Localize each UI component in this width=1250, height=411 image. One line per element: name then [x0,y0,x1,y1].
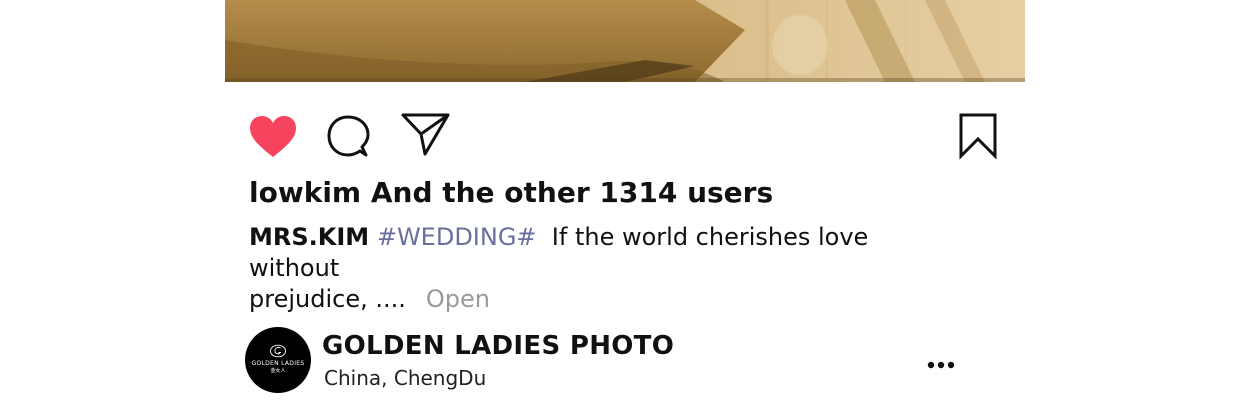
post-caption: MRS.KIM #WEDDING# If the world cherishes… [249,222,949,315]
avatar-logo-text: GOLDEN LADIES [251,360,305,367]
bookmark-icon [959,113,997,160]
location-city: ChengDu [393,366,487,390]
caption-hashtag[interactable]: #WEDDING# [377,223,537,251]
post-photo-art [225,0,1025,82]
post-action-bar [0,110,1250,162]
more-options-button[interactable] [927,356,957,369]
likes-summary[interactable]: lowkim And the other 1314 users [249,174,773,212]
heart-icon [250,116,296,157]
post-photo[interactable] [225,0,1025,82]
open-caption-link[interactable]: Open [426,285,490,313]
caption-username[interactable]: MRS.KIM [249,223,369,251]
caption-text-line2: prejudice, .... [249,285,406,313]
account-name[interactable]: GOLDEN LADIES PHOTO [322,329,674,363]
more-dots-icon [927,361,955,369]
post-view: lowkim And the other 1314 users MRS.KIM … [0,0,1250,411]
avatar[interactable]: GOLDEN LADIES 金女人 [245,327,311,393]
account-location: China, ChengDu [324,365,486,391]
brand-logo-icon [270,344,286,358]
account-row: GOLDEN LADIES 金女人 GOLDEN LADIES PHOTO Ch… [245,327,965,393]
like-button[interactable] [249,115,297,159]
share-button[interactable] [401,112,451,158]
save-button[interactable] [958,112,998,160]
comment-bubble-icon [327,115,370,157]
location-country: China, [324,366,388,390]
paper-plane-icon [401,113,450,156]
comment-button[interactable] [326,114,372,160]
avatar-logo-subtext: 金女人 [270,368,286,374]
